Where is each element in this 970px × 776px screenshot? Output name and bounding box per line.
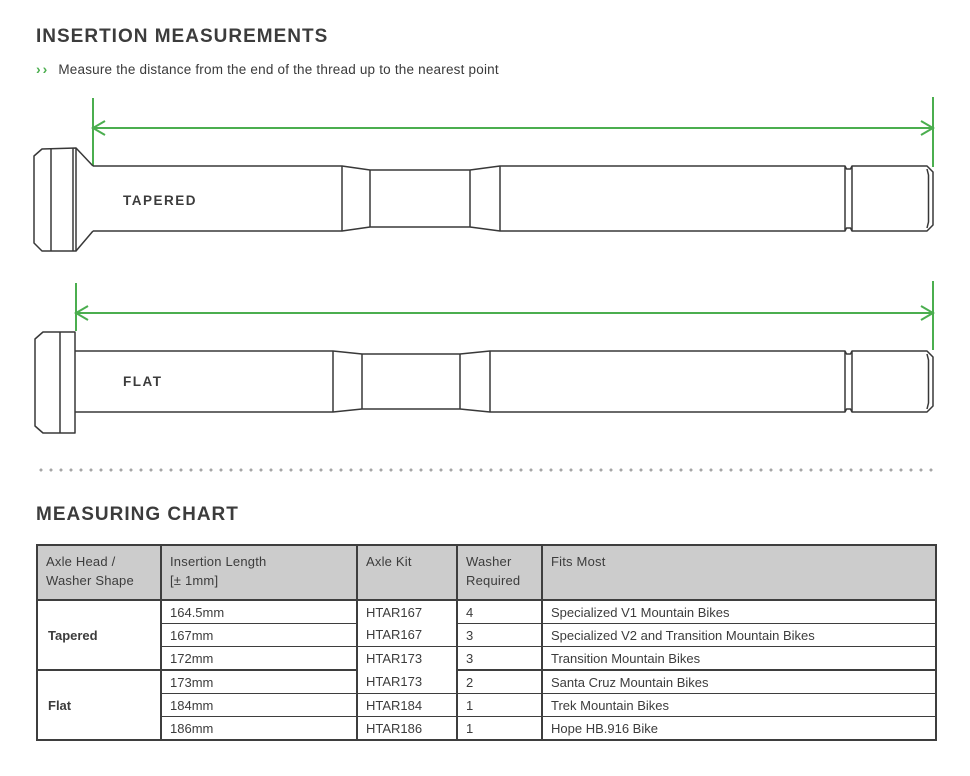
- cell-length: 172mm: [161, 647, 357, 671]
- header-row: Axle Head / Washer Shape Insertion Lengt…: [37, 545, 936, 600]
- cell-length: 164.5mm: [161, 600, 357, 624]
- thread-chamfer: [927, 354, 929, 409]
- page-title: INSERTION MEASUREMENTS: [36, 26, 328, 48]
- axle-outline: [35, 332, 933, 433]
- axle-label-tapered: TAPERED: [123, 193, 197, 208]
- table-row: 167mm HTAR167 3 Specialized V2 and Trans…: [37, 624, 936, 647]
- cell-shape-tapered: Tapered: [37, 600, 161, 670]
- flat-axle-diagram: FLAT: [0, 272, 970, 447]
- cell-washers: 1: [457, 717, 542, 741]
- page: INSERTION MEASUREMENTS ›› Measure the di…: [0, 0, 970, 776]
- cell-kit: HTAR173: [357, 647, 457, 671]
- table-row: 186mm HTAR186 1 Hope HB.916 Bike: [37, 717, 936, 741]
- cell-washers: 4: [457, 600, 542, 624]
- cell-fits: Hope HB.916 Bike: [542, 717, 936, 741]
- axle-label-flat: FLAT: [123, 374, 163, 389]
- axle-head: [34, 148, 76, 251]
- cell-fits: Santa Cruz Mountain Bikes: [542, 670, 936, 694]
- double-chevron-icon: ››: [36, 61, 49, 77]
- col-header-length: Insertion Length [± 1mm]: [161, 545, 357, 600]
- cell-washers: 3: [457, 624, 542, 647]
- table-row: 184mm HTAR184 1 Trek Mountain Bikes: [37, 694, 936, 717]
- cell-washers: 1: [457, 694, 542, 717]
- cell-washers: 3: [457, 647, 542, 671]
- cell-kit: HTAR167: [357, 600, 457, 624]
- col-header-shape: Axle Head / Washer Shape: [37, 545, 161, 600]
- col-header-kit: Axle Kit: [357, 545, 457, 600]
- table-row: Flat 173mm HTAR173 2 Santa Cruz Mountain…: [37, 670, 936, 694]
- cell-kit: HTAR184: [357, 694, 457, 717]
- cell-length: 173mm: [161, 670, 357, 694]
- cell-fits: Specialized V1 Mountain Bikes: [542, 600, 936, 624]
- dotted-separator: [36, 468, 935, 472]
- cell-length: 186mm: [161, 717, 357, 741]
- cell-fits: Specialized V2 and Transition Mountain B…: [542, 624, 936, 647]
- dimension-arrow: [93, 97, 933, 167]
- col-header-washer: Washer Required: [457, 545, 542, 600]
- cell-kit: HTAR186: [357, 717, 457, 741]
- cell-length: 167mm: [161, 624, 357, 647]
- cell-kit: HTAR167: [357, 624, 457, 647]
- cell-fits: Transition Mountain Bikes: [542, 647, 936, 671]
- dimension-arrow: [76, 281, 933, 350]
- cell-fits: Trek Mountain Bikes: [542, 694, 936, 717]
- col-header-fits: Fits Most: [542, 545, 936, 600]
- table-row: Tapered 164.5mm HTAR167 4 Specialized V1…: [37, 600, 936, 624]
- table-row: 172mm HTAR173 3 Transition Mountain Bike…: [37, 647, 936, 671]
- axle-head: [35, 332, 75, 433]
- section-title: MEASURING CHART: [36, 504, 239, 526]
- tapered-axle-diagram: TAPERED: [0, 90, 970, 265]
- thread-chamfer: [927, 169, 929, 228]
- cell-kit: HTAR173: [357, 670, 457, 694]
- measuring-chart-table: Axle Head / Washer Shape Insertion Lengt…: [36, 544, 937, 741]
- cell-length: 184mm: [161, 694, 357, 717]
- cell-washers: 2: [457, 670, 542, 694]
- cell-shape-flat: Flat: [37, 670, 161, 740]
- subtitle: ›› Measure the distance from the end of …: [36, 61, 499, 77]
- subtitle-text: Measure the distance from the end of the…: [58, 62, 498, 77]
